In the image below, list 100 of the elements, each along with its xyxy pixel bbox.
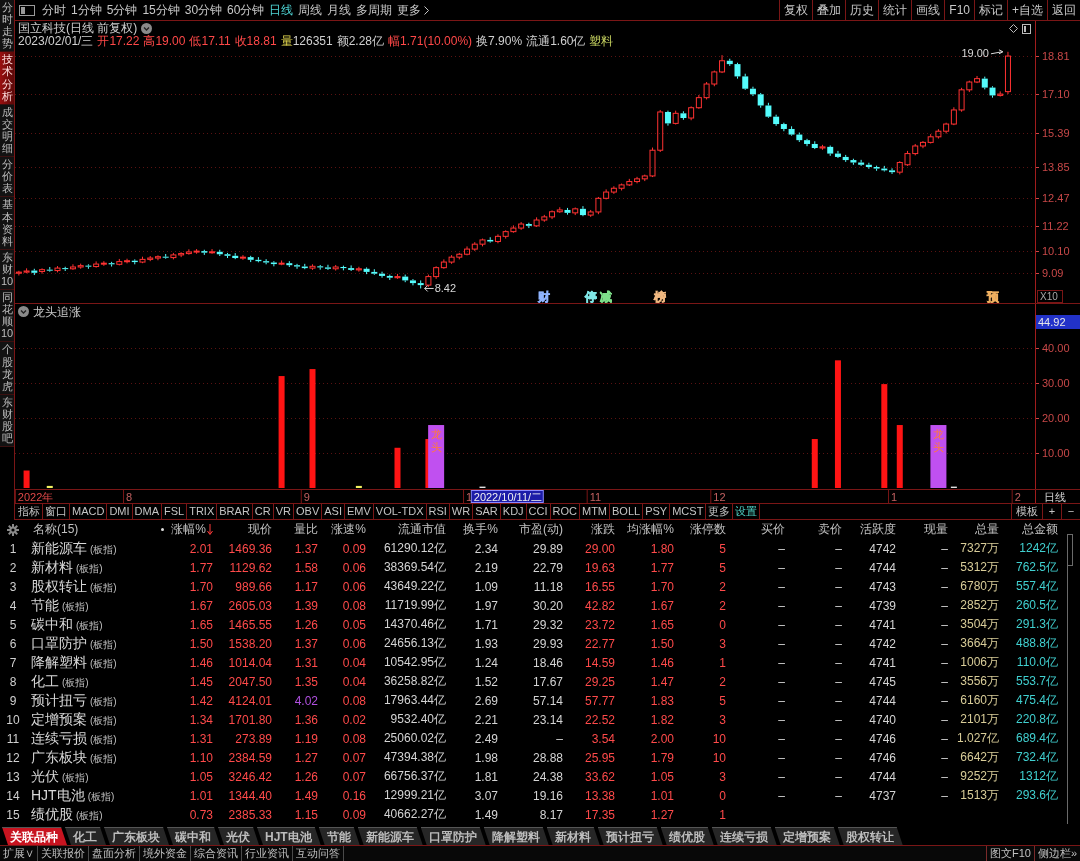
related-tab[interactable]: 降解塑料 [483,827,549,845]
indicator-tab[interactable]: 设置 [733,504,761,519]
indicator-tab[interactable]: VOL-TDX [373,504,427,519]
sidebar-tab[interactable]: 同花顺10 [0,290,14,343]
column-header[interactable]: 涨跌 [563,521,615,538]
related-tab[interactable]: 连续亏损 [711,827,777,845]
related-tab[interactable]: 预计扭亏 [597,827,663,845]
period-tab[interactable]: 日线 [267,1,296,19]
sector-name[interactable]: 连续亏损 [31,729,87,748]
indicator-tab[interactable]: DMA [132,504,162,519]
column-header[interactable]: 现价 [213,521,272,538]
indicator-tab[interactable]: EMV [344,504,374,519]
status-tab[interactable]: 行业资讯 [242,846,293,861]
toolbar-button[interactable]: F10 [944,0,974,20]
period-tab[interactable]: 月线 [325,1,354,19]
related-tab[interactable]: 新能源车 [357,827,423,845]
sidebar-tab[interactable]: 个股龙虎 [0,342,14,395]
column-header[interactable]: 总量 [948,521,999,538]
toolbar-button[interactable]: 叠加 [812,0,846,20]
status-button[interactable]: 侧边栏» [1033,846,1080,861]
related-tab[interactable]: 广东板块 [104,827,169,845]
column-header[interactable]: 涨停数 [674,521,726,538]
column-header[interactable]: 买价 [726,521,785,538]
toolbar-button[interactable]: 模板 [1011,504,1042,519]
period-tab[interactable]: 多周期 [354,1,395,19]
indicator-tab[interactable]: 更多 [706,504,734,519]
panel-icon[interactable] [1022,23,1031,34]
toolbar-button[interactable]: − [1061,504,1080,519]
status-button[interactable]: 图文F10 [985,846,1034,861]
sector-name[interactable]: HJT电池 [31,786,85,805]
toolbar-button[interactable]: 统计 [878,0,912,20]
period-tab[interactable]: 60分钟 [225,1,267,19]
status-tab[interactable]: 综合资讯 [191,846,242,861]
sector-name[interactable]: 广东板块 [31,748,87,767]
panel-toggle-icon[interactable] [19,4,35,16]
indicator-tab[interactable]: 窗口 [43,504,70,519]
sidebar-tab[interactable]: 成交明细 [0,104,14,158]
column-header[interactable]: 名称(15) [26,521,156,538]
settings-icon[interactable] [7,523,19,536]
column-header[interactable]: 现量 [896,521,948,538]
indicator-tab[interactable]: CCI [526,504,551,519]
related-tab[interactable]: 光伏 [218,827,259,845]
scrollbar[interactable] [1067,534,1074,824]
sector-name[interactable]: 节能 [31,596,59,615]
related-tab[interactable]: HJT电池 [257,827,321,845]
status-tab[interactable]: 境外资金 [140,846,191,861]
sector-name[interactable]: 新能源车 [31,539,87,558]
indicator-tab[interactable]: BRAR [217,504,253,519]
indicator-tab[interactable]: 指标 [16,504,43,519]
sidebar-tab[interactable]: 东财股吧 [0,394,14,448]
column-header[interactable]: 均涨幅% [615,521,674,538]
status-tab[interactable]: 扩展∨ [0,846,38,861]
toolbar-button[interactable]: 返回 [1047,0,1080,20]
sidebar-tab[interactable]: 基本资料 [0,197,14,250]
related-tab[interactable]: 股权转让 [837,827,903,845]
indicator-tab[interactable]: BOLL [610,504,644,519]
status-tab[interactable]: 互动问答 [293,846,344,861]
sector-name[interactable]: 预计扭亏 [31,691,87,710]
sector-name[interactable]: 光伏 [31,767,59,786]
toolbar-button[interactable]: 复权 [779,0,813,20]
indicator-tab[interactable]: VR [273,504,294,519]
indicator-tab[interactable]: CR [252,504,274,519]
period-tab[interactable]: 30分钟 [182,1,225,19]
indicator-tab[interactable]: ROC [550,504,580,519]
column-header[interactable]: 活跃度 [842,521,896,538]
indicator-tab[interactable]: MACD [70,504,108,519]
related-tab[interactable]: 关联品种 [2,827,67,845]
related-tab[interactable]: 新材料 [546,827,600,845]
status-tab[interactable]: 盘面分析 [89,846,140,861]
indicator-tab[interactable]: RSI [426,504,450,519]
scrollbar-thumb[interactable] [1067,534,1073,566]
sector-name[interactable]: 化工 [31,672,59,691]
indicator-tab[interactable]: MTM [580,504,611,519]
toolbar-button[interactable]: 历史 [845,0,879,20]
indicator-tab[interactable]: TRIX [187,504,218,519]
period-tab[interactable]: 5分钟 [104,1,140,19]
indicator-tab[interactable]: KDJ [500,504,527,519]
related-tab[interactable]: 绩优股 [660,827,714,845]
column-header[interactable]: 换手% [446,521,498,538]
column-header[interactable]: 涨幅% [168,521,213,538]
indicator-tab[interactable]: OBV [294,504,323,519]
period-tab[interactable]: 15分钟 [140,1,182,19]
indicator-tab[interactable]: FSL [162,504,188,519]
indicator-tab[interactable]: WR [449,504,474,519]
period-tab[interactable]: 分时 [40,1,68,19]
column-header[interactable]: 总金额 [999,521,1058,538]
sidebar-tab[interactable]: 东财10 [0,249,14,291]
sidebar-tab[interactable]: 分时走势 [0,0,14,53]
period-tab[interactable]: 更多 [395,1,432,19]
column-header[interactable]: 流通市值 [366,521,446,538]
sidebar-tab[interactable]: 技术分析 [0,52,14,105]
sector-name[interactable]: 绩优股 [31,805,73,824]
sector-name[interactable]: 降解塑料 [31,653,87,672]
status-tab[interactable]: 关联报价 [38,846,89,861]
related-tab[interactable]: 定增预案 [774,827,840,845]
indicator-tab[interactable]: DMI [107,504,133,519]
toolbar-button[interactable]: 标记 [974,0,1007,20]
related-tab[interactable]: 化工 [65,827,106,845]
sector-name[interactable]: 碳中和 [31,615,73,634]
dropdown-icon[interactable] [141,23,153,34]
